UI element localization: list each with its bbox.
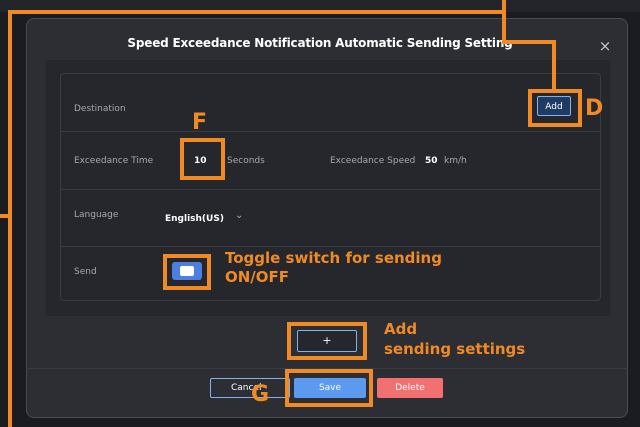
- annotation-label-g: G: [251, 382, 270, 407]
- annotation-leader-horizontal: [502, 40, 556, 44]
- row-divider: [61, 189, 600, 190]
- destination-label: Destination: [74, 104, 126, 114]
- language-select[interactable]: English(US): [165, 214, 224, 224]
- annotation-box-save: [285, 369, 373, 407]
- exceedance-speed-unit: km/h: [444, 156, 467, 166]
- annotation-frame-left: [8, 10, 12, 427]
- annotation-add-line2: sending settings: [384, 340, 526, 358]
- annotation-toggle-line1: Toggle switch for sending: [225, 249, 442, 267]
- annotation-label-d: D: [585, 96, 604, 121]
- annotation-leader-top: [502, 0, 506, 44]
- row-divider: [61, 131, 600, 132]
- annotation-box-toggle: [163, 254, 211, 290]
- exceedance-time-label: Exceedance Time: [74, 156, 154, 166]
- annotation-leader-down: [552, 40, 556, 90]
- annotation-arrow-left: [0, 214, 10, 218]
- row-divider: [61, 246, 600, 247]
- language-label: Language: [74, 210, 119, 220]
- exceedance-speed-label: Exceedance Speed: [330, 156, 416, 166]
- annotation-add-line1: Add: [384, 320, 418, 338]
- annotation-box-plus: [287, 322, 367, 360]
- annotation-toggle-line2: ON/OFF: [225, 268, 290, 286]
- annotation-label-f: F: [192, 110, 208, 135]
- exceedance-time-unit: Seconds: [227, 156, 265, 166]
- exceedance-speed-input[interactable]: 50: [425, 156, 438, 166]
- annotation-frame-top: [8, 10, 506, 14]
- annotation-box-time: [180, 138, 225, 180]
- chevron-down-icon[interactable]: ⌄: [235, 210, 243, 221]
- delete-button[interactable]: Delete: [377, 378, 443, 398]
- cancel-button[interactable]: Cancel: [210, 378, 290, 398]
- close-icon[interactable]: ×: [597, 38, 613, 54]
- send-label: Send: [74, 267, 97, 277]
- annotation-box-add: [528, 89, 582, 127]
